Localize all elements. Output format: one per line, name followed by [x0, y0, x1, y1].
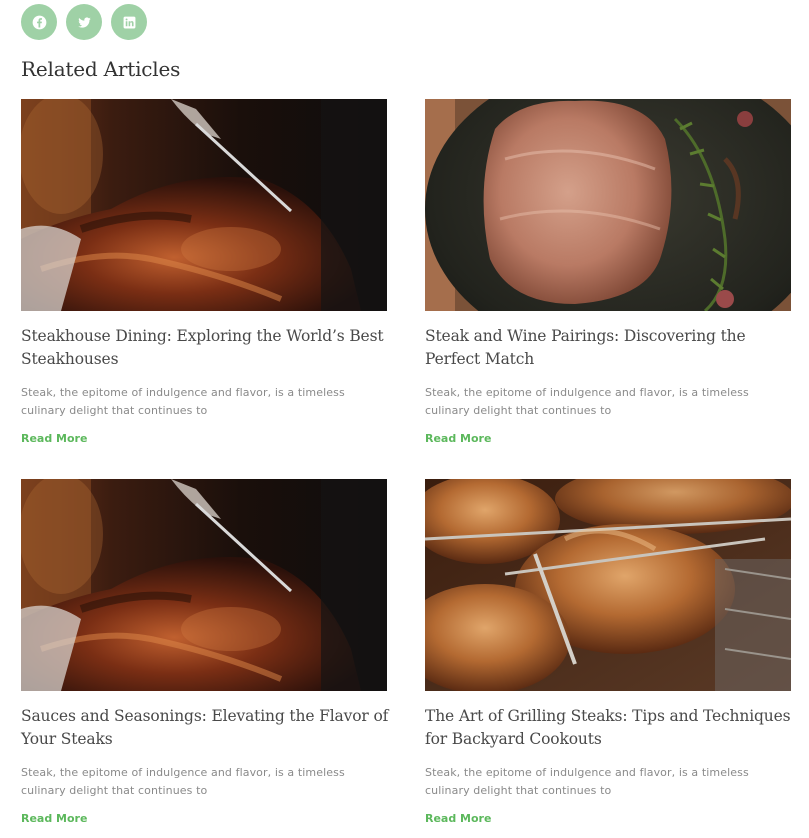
article-excerpt: Steak, the epitome of indulgence and fla…: [425, 766, 749, 797]
facebook-icon: [32, 15, 46, 29]
article-card: Sauces and Seasonings: Elevating the Fla…: [21, 479, 388, 826]
article-title[interactable]: Sauces and Seasonings: Elevating the Fla…: [21, 705, 391, 751]
article-card: The Art of Grilling Steaks: Tips and Tec…: [425, 479, 791, 826]
read-more-link[interactable]: Read More: [21, 432, 87, 445]
article-thumbnail[interactable]: [21, 479, 387, 691]
share-twitter-button[interactable]: [66, 4, 102, 40]
share-facebook-button[interactable]: [21, 4, 57, 40]
read-more-link[interactable]: Read More: [425, 812, 491, 825]
twitter-icon: [77, 16, 91, 28]
steak-in-pan-photo: [425, 99, 791, 311]
article-title[interactable]: Steakhouse Dining: Exploring the World’s…: [21, 325, 391, 371]
article-thumbnail[interactable]: [425, 99, 791, 311]
read-more-link[interactable]: Read More: [425, 432, 491, 445]
carved-roast-photo: [21, 479, 387, 691]
article-excerpt: Steak, the epitome of indulgence and fla…: [21, 386, 345, 417]
article-excerpt: Steak, the epitome of indulgence and fla…: [425, 386, 749, 417]
rotisserie-meat-photo: [425, 479, 791, 691]
carved-roast-photo: [21, 99, 387, 311]
share-linkedin-button[interactable]: [111, 4, 147, 40]
article-title[interactable]: The Art of Grilling Steaks: Tips and Tec…: [425, 705, 795, 751]
related-articles-heading: Related Articles: [21, 57, 181, 81]
read-more-link[interactable]: Read More: [21, 812, 87, 825]
article-card: Steak and Wine Pairings: Discovering the…: [425, 99, 791, 446]
article-title[interactable]: Steak and Wine Pairings: Discovering the…: [425, 325, 795, 371]
share-buttons: [21, 4, 147, 40]
article-thumbnail[interactable]: [21, 99, 387, 311]
linkedin-icon: [123, 16, 135, 28]
article-thumbnail[interactable]: [425, 479, 791, 691]
article-excerpt: Steak, the epitome of indulgence and fla…: [21, 766, 345, 797]
article-card: Steakhouse Dining: Exploring the World’s…: [21, 99, 387, 446]
